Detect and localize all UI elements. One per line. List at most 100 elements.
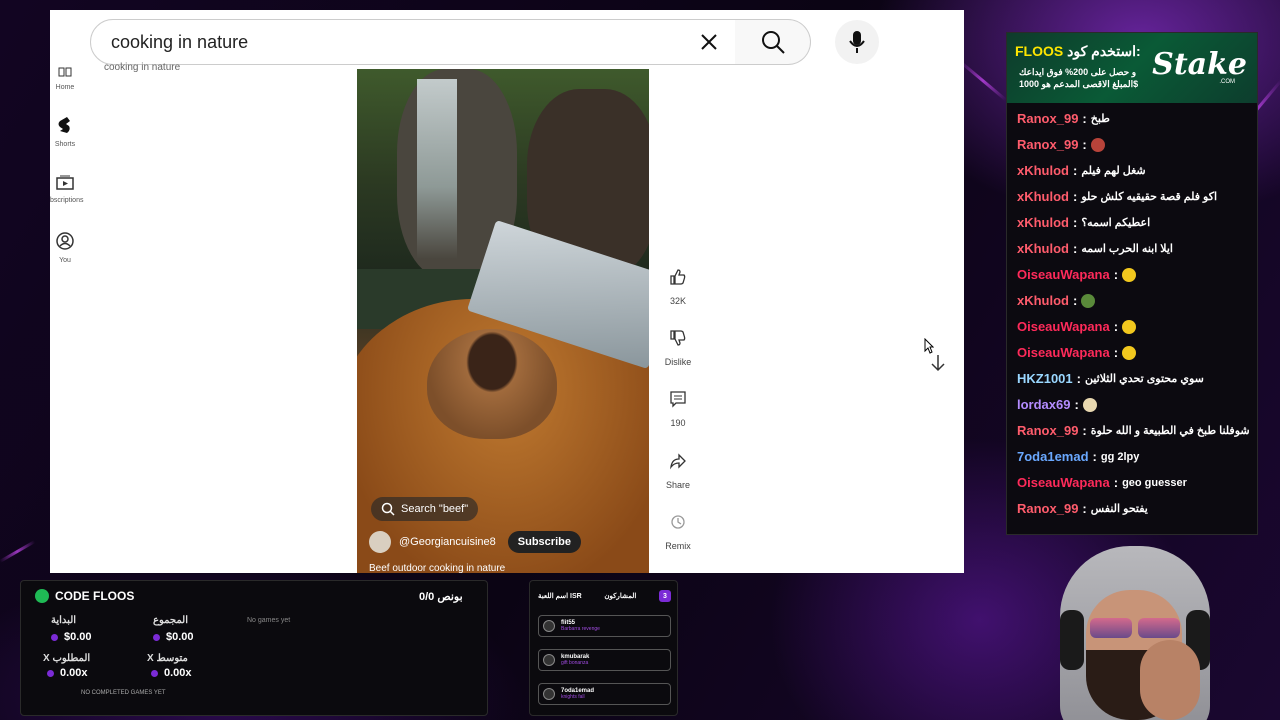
- avg-value: 0.00x: [151, 667, 192, 679]
- participant-game: gift bonanza: [561, 660, 589, 666]
- subscriptions-icon: [56, 175, 74, 190]
- chat-text: يفتحو النفس: [1090, 503, 1148, 515]
- chat-message: OiseauWapana: geo guesser: [1017, 475, 1257, 490]
- chat-username[interactable]: xKhulod: [1017, 215, 1069, 230]
- chat-emote-icon: [1122, 319, 1137, 334]
- chat-separator: :: [1074, 397, 1079, 412]
- search-input[interactable]: cooking in nature: [111, 32, 689, 53]
- nav-home[interactable]: Home: [50, 64, 80, 91]
- wooden-bowl: [427, 329, 557, 439]
- chat-username[interactable]: Ranox_99: [1017, 137, 1078, 152]
- video-search-chip[interactable]: Search "beef": [371, 497, 479, 521]
- required-value: 0.00x: [47, 667, 88, 679]
- share-label: Share: [665, 480, 691, 490]
- thumbs-down-icon: [670, 330, 686, 346]
- chat-username[interactable]: HKZ1001: [1017, 371, 1073, 386]
- next-video-arrow-icon[interactable]: [928, 352, 948, 374]
- stat-bullet-icon: [47, 669, 54, 677]
- channel-avatar[interactable]: [369, 531, 391, 553]
- chat-username[interactable]: xKhulod: [1017, 293, 1069, 308]
- search-box[interactable]: cooking in nature: [90, 19, 736, 65]
- nav-subscriptions[interactable]: bscriptions: [50, 174, 84, 204]
- nav-you[interactable]: You: [50, 232, 80, 264]
- stat-bullet-icon: [51, 633, 58, 641]
- chat-username[interactable]: xKhulod: [1017, 241, 1069, 256]
- video-search-chip-label: Search "beef": [401, 503, 469, 515]
- chat-emote-icon: [1090, 137, 1105, 152]
- subscribe-button[interactable]: Subscribe: [507, 531, 581, 553]
- dislike-button[interactable]: Dislike: [658, 321, 698, 367]
- promo-code: FLOOS: [1015, 43, 1064, 59]
- no-completed-text: NO COMPLETED GAMES YET: [81, 690, 166, 696]
- clear-search-button[interactable]: [689, 22, 729, 62]
- search-button[interactable]: [735, 19, 811, 65]
- chat-username[interactable]: OiseauWapana: [1017, 319, 1110, 334]
- comments-button[interactable]: 190: [658, 382, 698, 428]
- chat-username[interactable]: OiseauWapana: [1017, 267, 1110, 282]
- stat-bullet-icon: [151, 669, 158, 677]
- nav-you-label: You: [59, 257, 71, 264]
- chat-emote-icon: [1122, 267, 1137, 282]
- nav-subscriptions-label: bscriptions: [50, 197, 84, 204]
- chat-separator: :: [1073, 215, 1078, 230]
- chat-message: xKhulod: اكو فلم قصة حقيقيه كلش حلو: [1017, 189, 1257, 204]
- chat-separator: :: [1082, 501, 1087, 516]
- chat-username[interactable]: xKhulod: [1017, 163, 1069, 178]
- sponsor-banner: FLOOS استخدم كود: و حصل على 200% فوق ايد…: [1007, 33, 1257, 103]
- chat-text: اكو فلم قصة حقيقيه كلش حلو: [1081, 191, 1218, 203]
- voice-search-button[interactable]: [835, 20, 879, 64]
- channel-row: @Georgiancuisine8 Subscribe: [369, 531, 581, 553]
- sunglasses: [1090, 618, 1180, 638]
- chat-separator: :: [1073, 189, 1078, 204]
- microphone-icon: [849, 31, 865, 53]
- participant-avatar: [543, 620, 555, 632]
- gear-icon: [35, 589, 49, 603]
- participants-panel: اسم اللعبة ISR المشاركون 3 flit55 Barbarr…: [529, 580, 678, 716]
- like-button[interactable]: 32K: [658, 260, 698, 306]
- like-count: 32K: [669, 296, 686, 306]
- share-button[interactable]: Share: [658, 444, 698, 490]
- promo-line2: و حصل على 200% فوق ايداعك: [1019, 67, 1137, 77]
- chat-separator: :: [1082, 137, 1087, 152]
- chat-username[interactable]: Ranox_99: [1017, 423, 1078, 438]
- remix-icon: [671, 515, 685, 529]
- chat-username[interactable]: OiseauWapana: [1017, 475, 1110, 490]
- chat-username[interactable]: lordax69: [1017, 397, 1070, 412]
- chat-separator: :: [1082, 423, 1087, 438]
- video-caption[interactable]: Beef outdoor cooking in nature: [369, 563, 505, 573]
- chat-separator: :: [1082, 111, 1087, 126]
- chat-text: شغل لهم فيلم: [1081, 165, 1146, 177]
- remix-label: Remix: [665, 541, 691, 551]
- short-video-player[interactable]: Search "beef" @Georgiancuisine8 Subscrib…: [357, 69, 649, 573]
- chat-message: 7oda1emad: gg 2lpy: [1017, 449, 1257, 464]
- chat-message: HKZ1001: سوي محتوى تحدي الثلاثين: [1017, 371, 1257, 386]
- chat-text: gg 2lpy: [1100, 450, 1140, 463]
- chat-username[interactable]: Ranox_99: [1017, 501, 1078, 516]
- chat-emote-icon: [1081, 293, 1096, 308]
- comment-count: 190: [670, 418, 686, 428]
- chat-username[interactable]: OiseauWapana: [1017, 345, 1110, 360]
- channel-name[interactable]: @Georgiancuisine8: [399, 536, 496, 548]
- bonus-hunt-title-text: CODE FLOOS: [55, 589, 135, 603]
- chat-text: شوفلنا طبخ في الطبيعة و الله حلوة: [1090, 425, 1250, 437]
- game-name-label: اسم اللعبة ISR: [538, 593, 582, 600]
- bonus-counter: 0/0 بونص: [419, 591, 463, 603]
- home-icon: [58, 67, 72, 77]
- streamer-webcam: [990, 540, 1280, 720]
- chat-username[interactable]: 7oda1emad: [1017, 449, 1089, 464]
- waterfall: [417, 79, 457, 259]
- mouse-cursor-icon: [924, 338, 934, 354]
- chat-message: OiseauWapana:: [1017, 319, 1257, 334]
- bonus-hunt-panel: CODE FLOOS 0/0 بونص البداية $0.00 المجمو…: [20, 580, 488, 716]
- nav-shorts[interactable]: Shorts: [50, 116, 80, 148]
- chat-username[interactable]: xKhulod: [1017, 189, 1069, 204]
- remix-button[interactable]: Remix: [658, 505, 698, 551]
- chat-message: OiseauWapana:: [1017, 267, 1257, 282]
- stake-logo-sub: .COM: [1219, 79, 1235, 85]
- chat-separator: :: [1113, 475, 1119, 490]
- chat-separator: :: [1113, 319, 1119, 334]
- chat-message: Ranox_99: شوفلنا طبخ في الطبيعة و الله حل…: [1017, 423, 1257, 438]
- chat-username[interactable]: Ranox_99: [1017, 111, 1078, 126]
- chat-separator: :: [1113, 345, 1119, 360]
- chat-text: ايلا ابنه الحرب اسمه: [1081, 243, 1173, 255]
